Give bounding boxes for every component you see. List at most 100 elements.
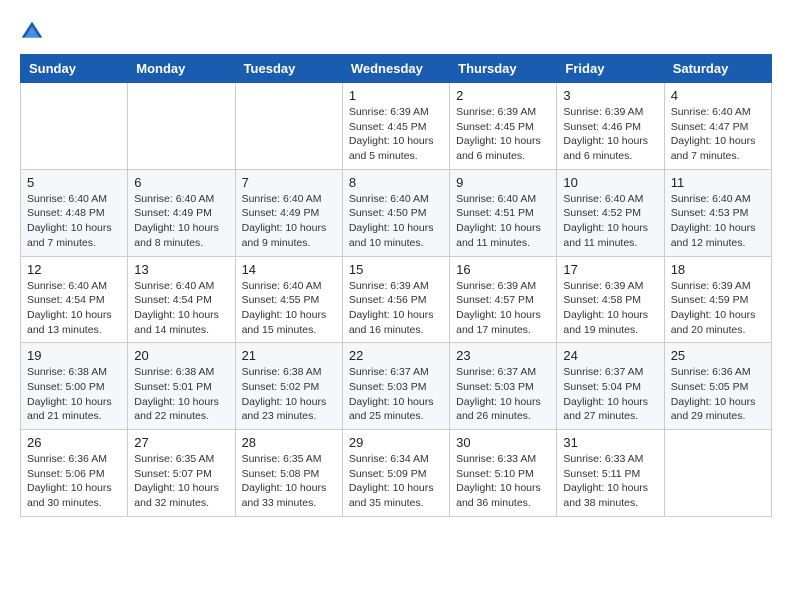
day-number: 8 <box>349 175 443 190</box>
cell-info: Sunrise: 6:40 AM Sunset: 4:51 PM Dayligh… <box>456 192 550 251</box>
calendar-cell <box>235 83 342 170</box>
day-number: 25 <box>671 348 765 363</box>
cell-info: Sunrise: 6:40 AM Sunset: 4:47 PM Dayligh… <box>671 105 765 164</box>
cell-info: Sunrise: 6:36 AM Sunset: 5:05 PM Dayligh… <box>671 365 765 424</box>
day-number: 12 <box>27 262 121 277</box>
calendar-cell: 18 Sunrise: 6:39 AM Sunset: 4:59 PM Dayli… <box>664 256 771 343</box>
calendar-cell: 26 Sunrise: 6:36 AM Sunset: 5:06 PM Dayli… <box>21 430 128 517</box>
calendar-week-2: 5Sunrise: 6:40 AM Sunset: 4:48 PM Daylig… <box>21 169 772 256</box>
calendar-cell: 22 Sunrise: 6:37 AM Sunset: 5:03 PM Dayli… <box>342 343 449 430</box>
logo <box>20 20 48 44</box>
cell-info: Sunrise: 6:37 AM Sunset: 5:03 PM Dayligh… <box>349 365 443 424</box>
calendar-cell: 25 Sunrise: 6:36 AM Sunset: 5:05 PM Dayli… <box>664 343 771 430</box>
cell-info: Sunrise: 6:33 AM Sunset: 5:11 PM Dayligh… <box>563 452 657 511</box>
day-number: 26 <box>27 435 121 450</box>
day-number: 19 <box>27 348 121 363</box>
calendar-cell: 9 Sunrise: 6:40 AM Sunset: 4:51 PM Daylig… <box>450 169 557 256</box>
calendar-cell: 4 Sunrise: 6:40 AM Sunset: 4:47 PM Daylig… <box>664 83 771 170</box>
day-number: 23 <box>456 348 550 363</box>
day-number: 1 <box>349 88 443 103</box>
day-number: 11 <box>671 175 765 190</box>
cell-info: Sunrise: 6:39 AM Sunset: 4:57 PM Dayligh… <box>456 279 550 338</box>
calendar-cell: 28Sunrise: 6:35 AM Sunset: 5:08 PM Dayli… <box>235 430 342 517</box>
day-number: 29 <box>349 435 443 450</box>
calendar-header-friday: Friday <box>557 55 664 83</box>
calendar-cell: 23 Sunrise: 6:37 AM Sunset: 5:03 PM Dayli… <box>450 343 557 430</box>
calendar-cell <box>21 83 128 170</box>
day-number: 21 <box>242 348 336 363</box>
calendar-header-saturday: Saturday <box>664 55 771 83</box>
calendar-cell: 16 Sunrise: 6:39 AM Sunset: 4:57 PM Dayli… <box>450 256 557 343</box>
calendar-week-3: 12 Sunrise: 6:40 AM Sunset: 4:54 PM Dayli… <box>21 256 772 343</box>
day-number: 10 <box>563 175 657 190</box>
calendar-week-4: 19 Sunrise: 6:38 AM Sunset: 5:00 PM Dayli… <box>21 343 772 430</box>
calendar-cell <box>664 430 771 517</box>
day-number: 22 <box>349 348 443 363</box>
cell-info: Sunrise: 6:37 AM Sunset: 5:04 PM Dayligh… <box>563 365 657 424</box>
calendar-cell: 1 Sunrise: 6:39 AM Sunset: 4:45 PM Daylig… <box>342 83 449 170</box>
cell-info: Sunrise: 6:37 AM Sunset: 5:03 PM Dayligh… <box>456 365 550 424</box>
calendar-cell: 5Sunrise: 6:40 AM Sunset: 4:48 PM Daylig… <box>21 169 128 256</box>
calendar-header-row: SundayMondayTuesdayWednesdayThursdayFrid… <box>21 55 772 83</box>
calendar-week-5: 26 Sunrise: 6:36 AM Sunset: 5:06 PM Dayli… <box>21 430 772 517</box>
cell-info: Sunrise: 6:39 AM Sunset: 4:46 PM Dayligh… <box>563 105 657 164</box>
calendar-table: SundayMondayTuesdayWednesdayThursdayFrid… <box>20 54 772 517</box>
calendar-cell <box>128 83 235 170</box>
cell-info: Sunrise: 6:39 AM Sunset: 4:59 PM Dayligh… <box>671 279 765 338</box>
cell-info: Sunrise: 6:39 AM Sunset: 4:45 PM Dayligh… <box>456 105 550 164</box>
day-number: 2 <box>456 88 550 103</box>
day-number: 27 <box>134 435 228 450</box>
calendar-cell: 30Sunrise: 6:33 AM Sunset: 5:10 PM Dayli… <box>450 430 557 517</box>
calendar-header-tuesday: Tuesday <box>235 55 342 83</box>
calendar-header-monday: Monday <box>128 55 235 83</box>
cell-info: Sunrise: 6:36 AM Sunset: 5:06 PM Dayligh… <box>27 452 121 511</box>
day-number: 31 <box>563 435 657 450</box>
calendar-cell: 14 Sunrise: 6:40 AM Sunset: 4:55 PM Dayli… <box>235 256 342 343</box>
cell-info: Sunrise: 6:33 AM Sunset: 5:10 PM Dayligh… <box>456 452 550 511</box>
day-number: 6 <box>134 175 228 190</box>
cell-info: Sunrise: 6:40 AM Sunset: 4:49 PM Dayligh… <box>242 192 336 251</box>
cell-info: Sunrise: 6:40 AM Sunset: 4:48 PM Dayligh… <box>27 192 121 251</box>
calendar-cell: 13 Sunrise: 6:40 AM Sunset: 4:54 PM Dayli… <box>128 256 235 343</box>
day-number: 9 <box>456 175 550 190</box>
calendar-cell: 31 Sunrise: 6:33 AM Sunset: 5:11 PM Dayli… <box>557 430 664 517</box>
cell-info: Sunrise: 6:39 AM Sunset: 4:56 PM Dayligh… <box>349 279 443 338</box>
calendar-header-wednesday: Wednesday <box>342 55 449 83</box>
day-number: 18 <box>671 262 765 277</box>
cell-info: Sunrise: 6:39 AM Sunset: 4:58 PM Dayligh… <box>563 279 657 338</box>
calendar-header-sunday: Sunday <box>21 55 128 83</box>
calendar-cell: 6Sunrise: 6:40 AM Sunset: 4:49 PM Daylig… <box>128 169 235 256</box>
calendar-cell: 17 Sunrise: 6:39 AM Sunset: 4:58 PM Dayli… <box>557 256 664 343</box>
calendar-cell: 20 Sunrise: 6:38 AM Sunset: 5:01 PM Dayli… <box>128 343 235 430</box>
day-number: 20 <box>134 348 228 363</box>
day-number: 17 <box>563 262 657 277</box>
calendar-cell: 24 Sunrise: 6:37 AM Sunset: 5:04 PM Dayli… <box>557 343 664 430</box>
cell-info: Sunrise: 6:38 AM Sunset: 5:02 PM Dayligh… <box>242 365 336 424</box>
day-number: 7 <box>242 175 336 190</box>
cell-info: Sunrise: 6:40 AM Sunset: 4:54 PM Dayligh… <box>134 279 228 338</box>
cell-info: Sunrise: 6:38 AM Sunset: 5:01 PM Dayligh… <box>134 365 228 424</box>
calendar-cell: 15Sunrise: 6:39 AM Sunset: 4:56 PM Dayli… <box>342 256 449 343</box>
cell-info: Sunrise: 6:39 AM Sunset: 4:45 PM Dayligh… <box>349 105 443 164</box>
calendar-cell: 8 Sunrise: 6:40 AM Sunset: 4:50 PM Daylig… <box>342 169 449 256</box>
day-number: 14 <box>242 262 336 277</box>
day-number: 16 <box>456 262 550 277</box>
calendar-header-thursday: Thursday <box>450 55 557 83</box>
cell-info: Sunrise: 6:40 AM Sunset: 4:50 PM Dayligh… <box>349 192 443 251</box>
calendar-cell: 29Sunrise: 6:34 AM Sunset: 5:09 PM Dayli… <box>342 430 449 517</box>
day-number: 28 <box>242 435 336 450</box>
day-number: 4 <box>671 88 765 103</box>
calendar-cell: 2 Sunrise: 6:39 AM Sunset: 4:45 PM Daylig… <box>450 83 557 170</box>
day-number: 13 <box>134 262 228 277</box>
calendar-cell: 21 Sunrise: 6:38 AM Sunset: 5:02 PM Dayli… <box>235 343 342 430</box>
calendar-cell: 19 Sunrise: 6:38 AM Sunset: 5:00 PM Dayli… <box>21 343 128 430</box>
page-header <box>20 20 772 44</box>
calendar-cell: 12 Sunrise: 6:40 AM Sunset: 4:54 PM Dayli… <box>21 256 128 343</box>
cell-info: Sunrise: 6:38 AM Sunset: 5:00 PM Dayligh… <box>27 365 121 424</box>
cell-info: Sunrise: 6:40 AM Sunset: 4:54 PM Dayligh… <box>27 279 121 338</box>
cell-info: Sunrise: 6:40 AM Sunset: 4:52 PM Dayligh… <box>563 192 657 251</box>
calendar-cell: 10 Sunrise: 6:40 AM Sunset: 4:52 PM Dayli… <box>557 169 664 256</box>
day-number: 24 <box>563 348 657 363</box>
logo-icon <box>20 20 44 44</box>
cell-info: Sunrise: 6:40 AM Sunset: 4:55 PM Dayligh… <box>242 279 336 338</box>
